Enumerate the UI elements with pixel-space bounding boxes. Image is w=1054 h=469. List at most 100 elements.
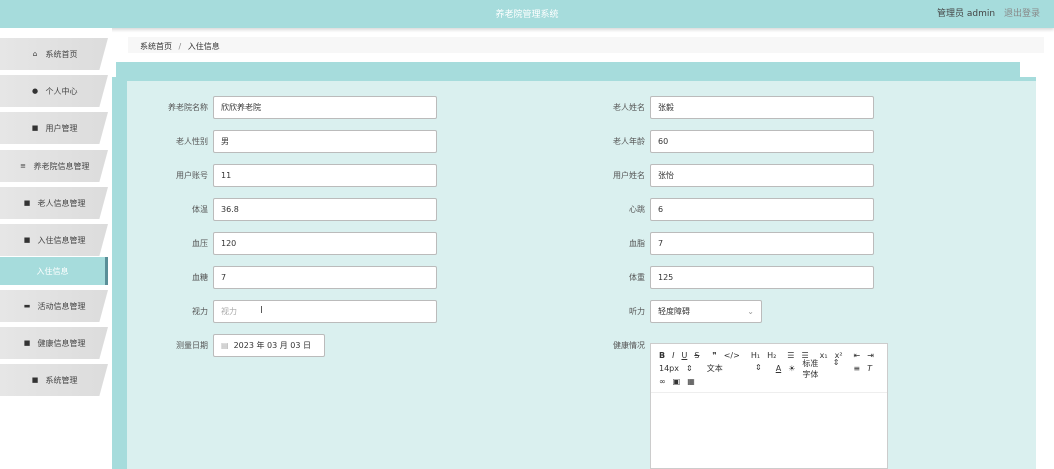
hearing-select[interactable]: 轻度障碍 ⌄ <box>650 300 762 323</box>
editor-content-area[interactable] <box>651 392 887 468</box>
blood-sugar-input[interactable]: 7 <box>213 266 437 289</box>
label-hearing: 听力 <box>629 307 645 316</box>
label-weight: 体重 <box>629 273 645 282</box>
grid-icon: ■ <box>23 236 31 244</box>
label-blood-lipid: 血脂 <box>629 239 645 248</box>
sidebar-item-user-management[interactable]: ■ 用户管理 <box>0 112 108 144</box>
house-icon: ⌂ <box>32 50 38 58</box>
breadcrumb: 系统首页 / 入住信息 <box>128 37 1044 53</box>
heading2-icon[interactable]: H₂ <box>767 351 776 360</box>
sidebar-item-label: 健康信息管理 <box>37 338 86 348</box>
sidebar-item-label: 系统管理 <box>45 375 78 385</box>
sidebar-item-activity-info[interactable]: ▬ 活动信息管理 <box>0 290 108 322</box>
sidebar-item-label: 入住信息管理 <box>37 235 86 245</box>
chevron-down-icon: ⌄ <box>747 307 754 316</box>
label-measure-date: 测量日期 <box>176 341 208 350</box>
label-heartbeat: 心跳 <box>629 205 645 214</box>
image-icon[interactable]: ▣ <box>673 377 681 386</box>
editor-toolbar-row-3: ∞ ▣ ▦ <box>651 375 887 388</box>
user-icon: ● <box>31 87 39 95</box>
book-icon: ■ <box>23 199 31 207</box>
sidebar-item-personal-center[interactable]: ● 个人中心 <box>0 75 108 107</box>
label-user-name: 用户姓名 <box>613 171 645 180</box>
sidebar-item-checkin-info[interactable]: ■ 入住信息管理 <box>0 224 108 256</box>
sidebar-item-label: 老人信息管理 <box>37 198 86 208</box>
label-body-temperature: 体温 <box>192 205 208 214</box>
label-elder-gender: 老人性别 <box>176 137 208 146</box>
breadcrumb-separator: / <box>178 42 182 51</box>
clear-format-icon[interactable]: T <box>867 364 872 373</box>
code-icon[interactable]: </> <box>724 351 740 360</box>
block-type-select[interactable]: 文本 ⇕ <box>707 363 769 374</box>
current-user-label: 管理员 admin <box>937 9 996 19</box>
nursing-home-name-input[interactable]: 欣欣养老院 <box>213 96 437 119</box>
user-area: 管理员 admin 退出登录 <box>937 6 1040 19</box>
outdent-icon[interactable]: ⇤ <box>854 351 861 360</box>
user-name-input[interactable]: 张怡 <box>650 164 874 187</box>
heading1-icon[interactable]: H₁ <box>751 351 760 360</box>
app-title: 养老院管理系统 <box>495 10 559 20</box>
chevron-updown-icon: ⇕ <box>755 363 762 372</box>
health-status-editor[interactable]: B I U S ❞ </> H₁ H₂ ☰ ☰ x₁ x² ⇤ ⇥ 14px ⇕ … <box>650 343 888 469</box>
chevron-updown-icon: ⇕ <box>686 364 693 373</box>
label-blood-pressure: 血压 <box>192 239 208 248</box>
blood-lipid-input[interactable]: 7 <box>650 232 874 255</box>
sidebar-item-home[interactable]: ⌂ 系统首页 <box>0 38 108 70</box>
strikethrough-icon[interactable]: S <box>694 351 699 360</box>
highlight-icon[interactable]: ☀ <box>788 364 795 373</box>
sidebar-item-elder-info[interactable]: ■ 老人信息管理 <box>0 187 108 219</box>
italic-icon[interactable]: I <box>672 351 674 360</box>
label-elder-age: 老人年龄 <box>613 137 645 146</box>
grid-icon: ■ <box>31 124 39 132</box>
monitor-icon: ▬ <box>23 302 31 310</box>
label-nursing-home-name: 养老院名称 <box>168 103 208 112</box>
video-icon[interactable]: ▦ <box>687 377 695 386</box>
sidebar-item-label: 活动信息管理 <box>37 301 86 311</box>
label-user-account: 用户账号 <box>176 171 208 180</box>
breadcrumb-home[interactable]: 系统首页 <box>140 42 172 51</box>
vision-input[interactable]: 视力 <box>213 300 437 323</box>
link-icon[interactable]: ∞ <box>659 377 666 386</box>
user-account-input[interactable]: 11 <box>213 164 437 187</box>
sidebar-item-label: 用户管理 <box>45 123 78 133</box>
logout-link[interactable]: 退出登录 <box>1004 9 1040 19</box>
label-health-status: 健康情况 <box>613 341 645 350</box>
editor-toolbar-row-1: B I U S ❞ </> H₁ H₂ ☰ ☰ x₁ x² ⇤ ⇥ <box>651 349 887 362</box>
elder-name-input[interactable]: 张毅 <box>650 96 874 119</box>
body-temperature-input[interactable]: 36.8 <box>213 198 437 221</box>
sidebar: ⌂ 系统首页 ● 个人中心 ■ 用户管理 ≡ 养老院信息管理 ■ 老人信息管理 … <box>0 28 112 469</box>
elder-gender-input[interactable]: 男 <box>213 130 437 153</box>
font-size-select[interactable]: 14px ⇕ <box>659 364 700 373</box>
sidebar-item-nursing-home-info[interactable]: ≡ 养老院信息管理 <box>0 150 108 182</box>
document-icon: ■ <box>23 339 31 347</box>
editor-toolbar-row-2: 14px ⇕ 文本 ⇕ A ☀ 标准字体 ⇕ ≡ T <box>651 358 887 379</box>
sidebar-subitem-checkin[interactable]: 入住信息 <box>0 257 108 285</box>
label-blood-sugar: 血糖 <box>192 273 208 282</box>
underline-icon[interactable]: U <box>681 351 687 360</box>
ordered-list-icon[interactable]: ☰ <box>787 351 794 360</box>
sidebar-item-label: 养老院信息管理 <box>33 161 90 171</box>
measure-date-picker[interactable]: ▤ 2023 年 03 月 03 日 <box>213 334 325 357</box>
chevron-updown-icon: ⇕ <box>832 357 840 367</box>
quote-icon[interactable]: ❞ <box>712 351 716 360</box>
sidebar-item-label: 系统首页 <box>45 49 78 59</box>
blood-pressure-input[interactable]: 120 <box>213 232 437 255</box>
sidebar-item-system-management[interactable]: ■ 系统管理 <box>0 364 108 396</box>
sidebar-item-health-info[interactable]: ■ 健康信息管理 <box>0 327 108 359</box>
label-elder-name: 老人姓名 <box>613 103 645 112</box>
weight-input[interactable]: 125 <box>650 266 874 289</box>
bold-icon[interactable]: B <box>659 351 665 360</box>
font-color-icon[interactable]: A <box>776 364 781 373</box>
top-navbar: 养老院管理系统 管理员 admin 退出登录 <box>0 0 1054 28</box>
font-family-select[interactable]: 标准字体 ⇕ <box>802 358 846 380</box>
heartbeat-input[interactable]: 6 <box>650 198 874 221</box>
breadcrumb-current: 入住信息 <box>187 42 220 51</box>
align-icon[interactable]: ≡ <box>853 364 860 373</box>
elder-age-input[interactable]: 60 <box>650 130 874 153</box>
measure-date-value: 2023 年 03 月 03 日 <box>233 341 311 350</box>
indent-icon[interactable]: ⇥ <box>867 351 874 360</box>
list-icon: ≡ <box>20 162 26 170</box>
briefcase-icon: ■ <box>31 376 39 384</box>
text-cursor-icon: I <box>260 305 263 316</box>
label-vision: 视力 <box>192 307 208 316</box>
